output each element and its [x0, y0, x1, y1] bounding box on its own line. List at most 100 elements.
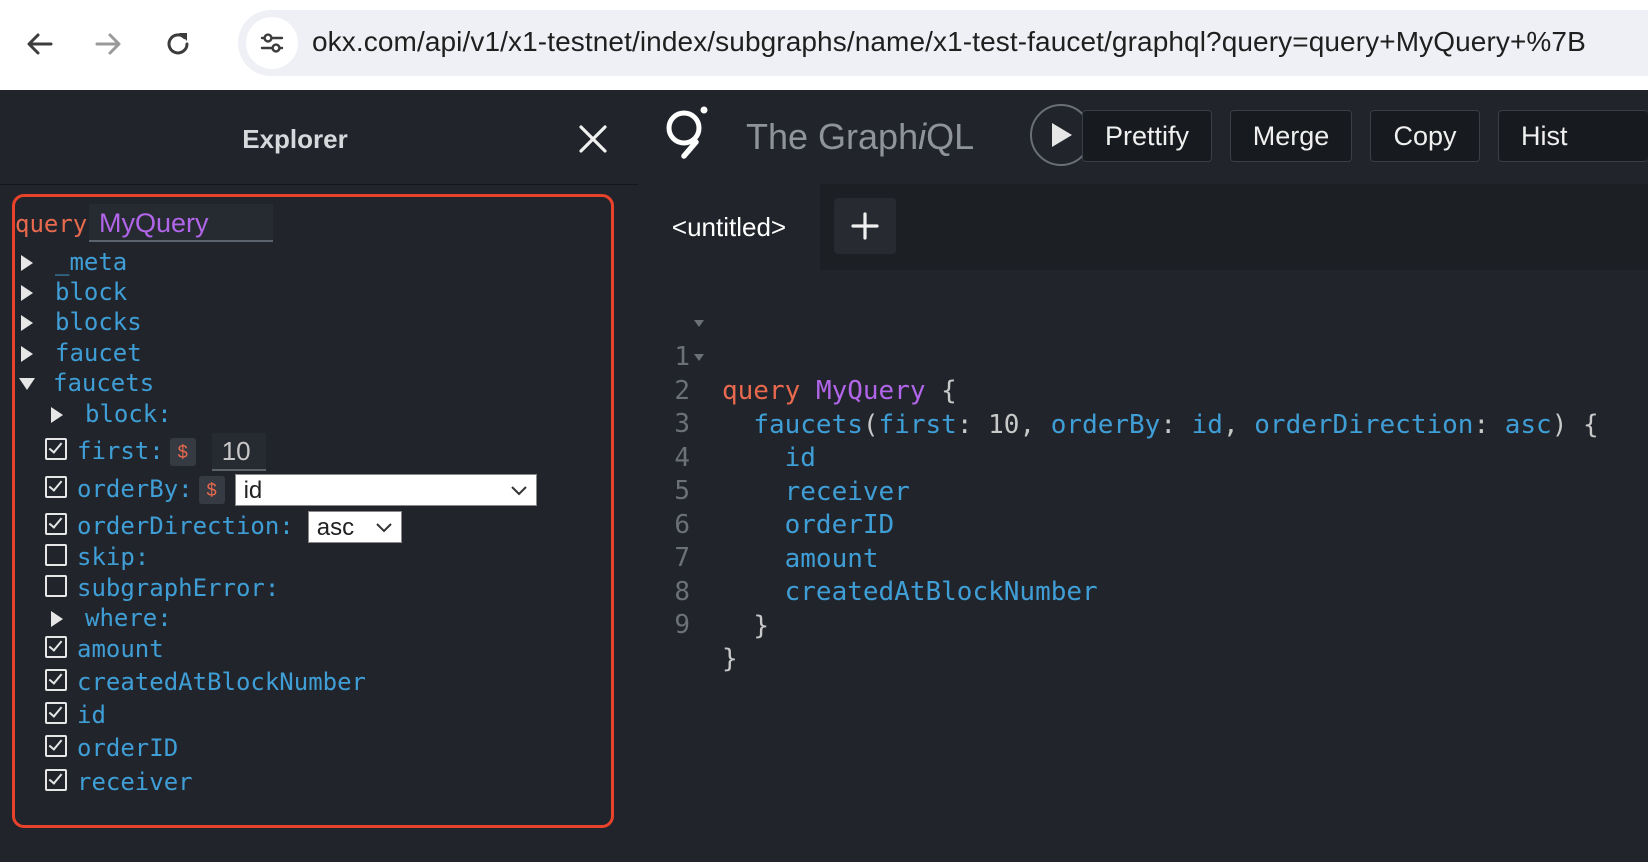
code-line: 8 } [638, 541, 769, 641]
fold-icon[interactable] [694, 320, 704, 327]
copy-button[interactable]: Copy [1370, 110, 1480, 162]
back-button[interactable] [18, 22, 62, 66]
checkbox-checked[interactable] [45, 476, 67, 498]
operation-name-input[interactable]: MyQuery [89, 204, 273, 242]
field-label: blocks [55, 308, 142, 336]
forward-button[interactable] [86, 22, 130, 66]
code-field: faucets [753, 410, 863, 440]
caret-right-icon [51, 611, 63, 627]
arg-block[interactable]: block: [51, 399, 172, 429]
checkbox-checked[interactable] [45, 702, 67, 724]
arrow-left-icon [27, 33, 53, 55]
reload-icon [167, 33, 189, 55]
arg-first: first: $10 [45, 433, 266, 471]
site-info-button[interactable] [246, 17, 298, 69]
checkbox-checked[interactable] [45, 513, 67, 535]
title-italic: i [918, 116, 927, 157]
graphiql-title: The GraphiQL [746, 116, 974, 158]
field-label: amount [77, 635, 164, 663]
arg-orderBy: orderBy: $ id [45, 471, 537, 507]
graphiql-logo-icon [662, 104, 712, 169]
checkbox-unchecked[interactable] [45, 575, 67, 597]
caret-down-icon [19, 378, 35, 390]
first-value-input[interactable]: 10 [211, 433, 266, 471]
field-label: faucet [55, 339, 142, 367]
arg-where[interactable]: where: [51, 603, 172, 633]
checkbox-unchecked[interactable] [45, 544, 67, 566]
subfield-id[interactable]: id [45, 700, 106, 730]
arg-label: where: [85, 604, 172, 632]
checkbox-checked[interactable] [45, 438, 67, 460]
arg-subgraphError: subgraphError: [45, 573, 279, 603]
tune-icon [260, 33, 284, 53]
arg-skip: skip: [45, 542, 149, 572]
arg-orderDirection: orderDirection: asc [45, 508, 402, 544]
explorer-tree: query MyQuery _meta block blocks faucet … [12, 194, 614, 828]
tree-item-block[interactable]: block [21, 277, 127, 307]
caret-right-icon [21, 285, 33, 301]
caret-right-icon [21, 346, 33, 362]
orderDirection-select[interactable]: asc [307, 511, 402, 543]
url-text[interactable]: okx.com/api/v1/x1-testnet/index/subgraph… [312, 26, 1586, 58]
browser-toolbar: okx.com/api/v1/x1-testnet/index/subgraph… [0, 0, 1648, 90]
add-tab-button[interactable] [834, 198, 896, 254]
variable-toggle-button[interactable]: $ [169, 438, 196, 466]
arg-label: first: [77, 437, 164, 465]
explorer-title: Explorer [242, 124, 348, 154]
subfield-createdAtBlockNumber[interactable]: createdAtBlockNumber [45, 667, 366, 697]
field-label: orderID [77, 734, 179, 762]
field-label: block [55, 278, 128, 306]
arg-label: block: [85, 400, 172, 428]
code-line: 9 } [638, 574, 737, 674]
title-suffix: QL [926, 116, 975, 157]
checkbox-checked[interactable] [45, 769, 67, 791]
merge-button[interactable]: Merge [1230, 110, 1352, 162]
tree-item-faucets[interactable]: faucets [19, 368, 154, 398]
code-line: 2 faucets(first: 10, orderBy: id, orderD… [638, 340, 1599, 440]
code-line: 6 amount [638, 474, 878, 574]
orderBy-selected-value: id [243, 477, 263, 504]
arg-label: orderBy: [77, 475, 193, 503]
field-label: createdAtBlockNumber [77, 668, 366, 696]
orderBy-select[interactable]: id [234, 474, 537, 506]
subfield-amount[interactable]: amount [45, 634, 164, 664]
tree-item-blocks[interactable]: blocks [21, 307, 142, 337]
code-field: orderID [784, 510, 895, 540]
code-keyword: query [722, 376, 801, 406]
variable-toggle-button[interactable]: $ [198, 476, 225, 504]
chevron-down-icon [376, 523, 392, 533]
reload-button[interactable] [156, 22, 200, 66]
address-bar[interactable]: okx.com/api/v1/x1-testnet/index/subgraph… [238, 10, 1648, 76]
tree-item-meta[interactable]: _meta [21, 247, 127, 277]
history-button[interactable]: Hist [1498, 110, 1648, 162]
code-line: 5 orderID [638, 440, 894, 540]
title-prefix: The Graph [746, 116, 919, 157]
line-number: 9 [674, 610, 690, 640]
subfield-orderID[interactable]: orderID [45, 733, 178, 763]
query-editor[interactable]: 1 query MyQuery { 2 faucets(first: 10, o… [638, 270, 1648, 862]
code-field: amount [784, 544, 879, 574]
tab-untitled[interactable]: <untitled> [638, 184, 820, 270]
plus-icon [851, 212, 879, 240]
arg-label: orderDirection: [77, 512, 294, 540]
explorer-close-button[interactable] [576, 122, 610, 156]
code-field: id [784, 443, 816, 473]
tree-item-faucet[interactable]: faucet [21, 338, 142, 368]
checkbox-checked[interactable] [45, 669, 67, 691]
code-value: 10 [988, 410, 1020, 440]
checkbox-checked[interactable] [45, 735, 67, 757]
prettify-button[interactable]: Prettify [1082, 110, 1212, 162]
field-label: id [77, 701, 106, 729]
chevron-down-icon [510, 486, 527, 496]
code-line: 4 receiver [638, 407, 910, 507]
code-line: 1 query MyQuery { [638, 306, 957, 406]
explorer-header: Explorer [0, 90, 638, 185]
code-field: receiver [784, 477, 910, 507]
checkbox-checked[interactable] [45, 636, 67, 658]
fold-icon[interactable] [694, 354, 704, 361]
subfield-receiver[interactable]: receiver [45, 767, 193, 797]
play-icon [1052, 123, 1072, 147]
code-line: 7 createdAtBlockNumber [638, 507, 1097, 607]
field-label: _meta [55, 248, 128, 276]
caret-right-icon [21, 255, 33, 271]
